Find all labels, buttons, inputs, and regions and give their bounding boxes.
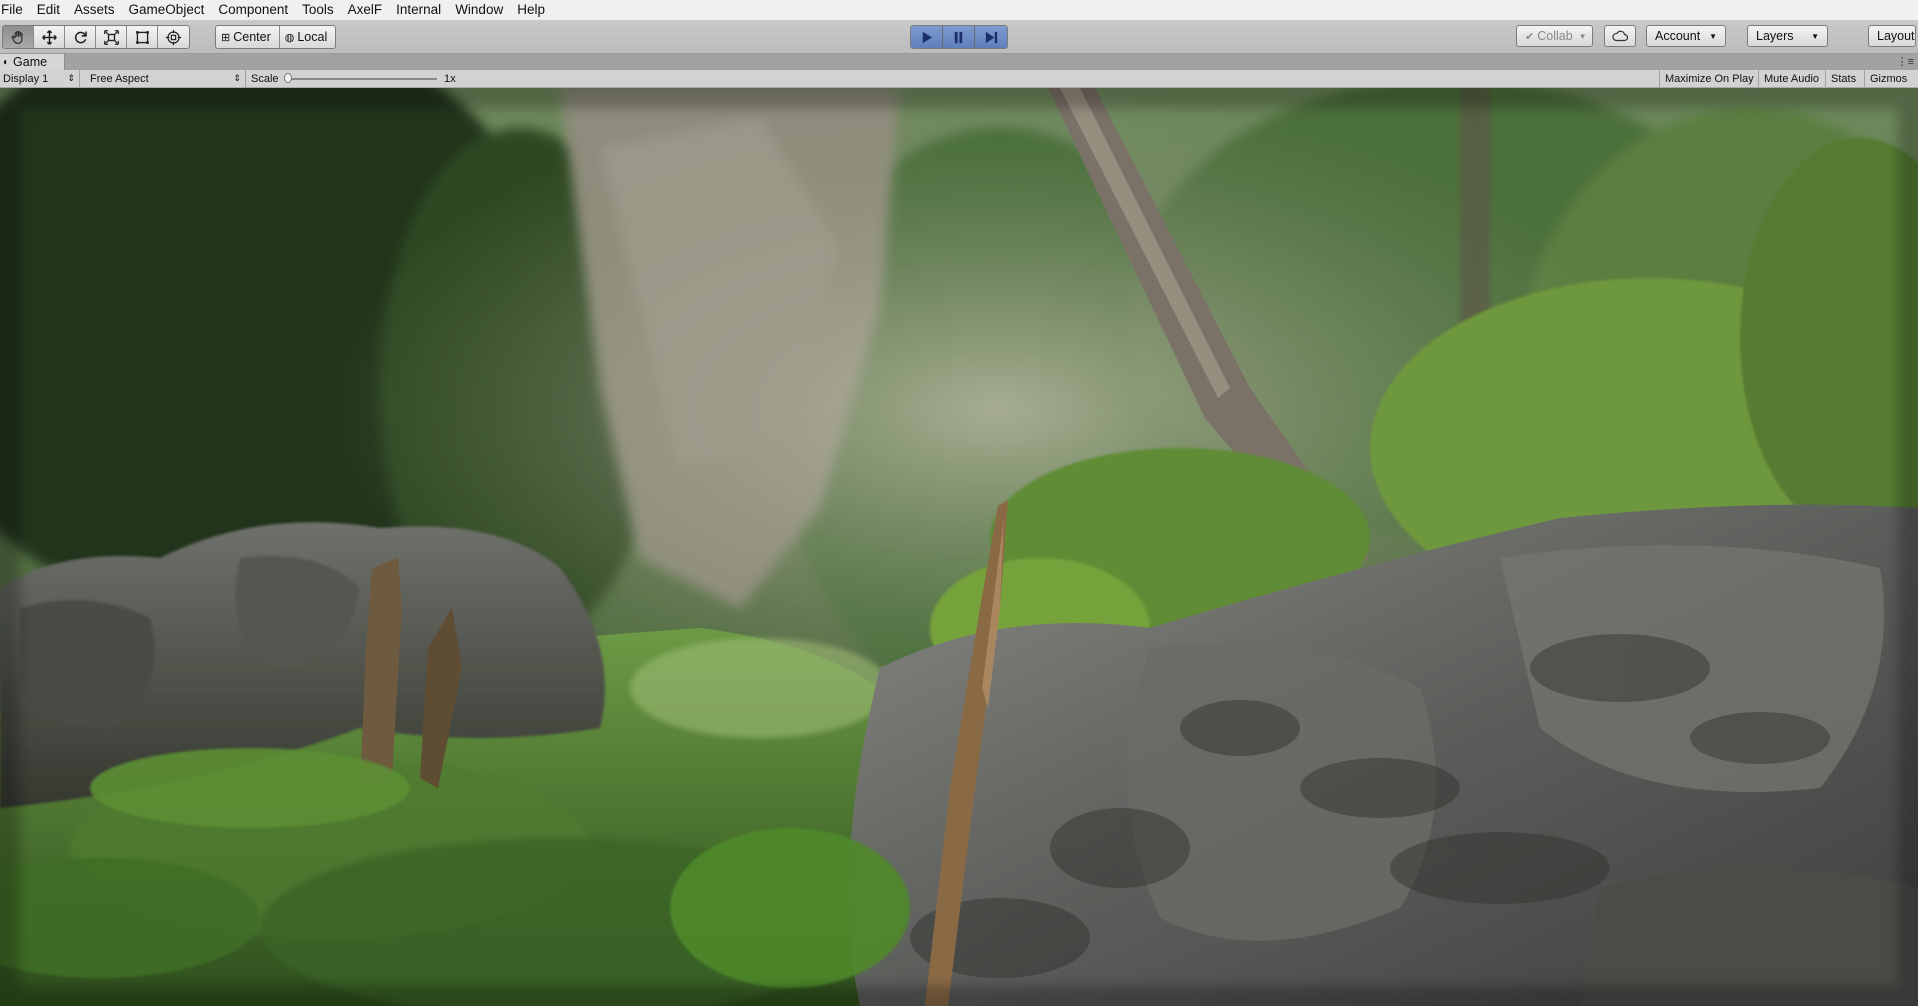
mute-audio-toggle[interactable]: Mute Audio — [1758, 70, 1824, 87]
game-tab-icon: ◐ — [3, 56, 10, 68]
account-dropdown[interactable]: Account ▼ — [1646, 25, 1726, 47]
layers-dropdown[interactable]: Layers ▼ — [1747, 25, 1828, 47]
menu-assets[interactable]: Assets — [67, 0, 122, 20]
pivot-center-icon: ⊞ — [221, 31, 231, 44]
stats-toggle[interactable]: Stats — [1825, 70, 1861, 87]
aspect-dropdown[interactable]: Free Aspect ⇕ — [86, 70, 246, 87]
rotate-icon — [74, 31, 87, 43]
menu-axelf[interactable]: AxelF — [341, 0, 390, 20]
transform-icon — [165, 29, 182, 45]
pause-icon — [954, 31, 963, 43]
chevron-down-icon: ▼ — [1578, 31, 1587, 41]
game-view-toolbar: Display 1 ⇕ Free Aspect ⇕ Scale 1x Maxim… — [0, 70, 1918, 88]
hand-tool-button[interactable] — [3, 26, 34, 48]
step-icon — [985, 31, 997, 43]
layout-label: Layout — [1877, 29, 1915, 43]
scale-label: Scale — [251, 72, 279, 85]
pivot-local-label: Local — [297, 30, 328, 44]
game-tab-label: Game — [13, 55, 48, 69]
account-label: Account — [1655, 29, 1701, 43]
menu-tools[interactable]: Tools — [295, 0, 341, 20]
menu-help[interactable]: Help — [510, 0, 552, 20]
display-label: Display 1 — [3, 72, 49, 85]
scale-slider-thumb[interactable] — [284, 73, 292, 83]
pause-button[interactable] — [943, 26, 975, 48]
display-dropdown[interactable]: Display 1 ⇕ — [0, 70, 80, 87]
play-icon — [922, 31, 933, 43]
menu-component[interactable]: Component — [211, 0, 295, 20]
updown-icon: ⇕ — [67, 73, 75, 83]
main-toolbar: ⊞ Center ◍ Local ✔ Collab ▼ Account ▼ La… — [0, 20, 1918, 54]
menu-edit[interactable]: Edit — [30, 0, 67, 20]
play-button[interactable] — [911, 26, 943, 48]
step-button[interactable] — [975, 26, 1007, 48]
cloud-icon — [1612, 30, 1628, 42]
menu-internal[interactable]: Internal — [389, 0, 448, 20]
pivot-center-button[interactable]: ⊞ Center — [216, 26, 280, 48]
gizmos-dropdown[interactable]: Gizmos — [1864, 70, 1912, 87]
layout-dropdown[interactable]: Layout — [1868, 25, 1916, 47]
transform-tools — [2, 25, 190, 49]
move-icon — [41, 29, 57, 45]
game-viewport[interactable] — [0, 88, 1918, 1006]
local-space-icon: ◍ — [284, 31, 295, 44]
pivot-toggles: ⊞ Center ◍ Local — [215, 25, 337, 49]
tab-game[interactable]: ◐ Game — [0, 54, 65, 70]
rect-tool-button[interactable] — [127, 26, 158, 48]
transform-tool-button[interactable] — [158, 26, 189, 48]
pivot-center-label: Center — [233, 30, 271, 44]
menu-window[interactable]: Window — [448, 0, 510, 20]
maximize-on-play-toggle[interactable]: Maximize On Play — [1659, 70, 1759, 87]
check-icon: ✔ — [1525, 30, 1535, 43]
pivot-local-button[interactable]: ◍ Local — [280, 26, 335, 48]
updown-icon: ⇕ — [233, 73, 241, 83]
forest-scene — [0, 88, 1918, 1006]
scale-value: 1x — [444, 72, 456, 85]
scale-slider-track[interactable] — [285, 78, 437, 80]
tab-bar: ◐ Game ⋮≡ — [0, 54, 1918, 70]
rotate-tool-button[interactable] — [65, 26, 96, 48]
aspect-label: Free Aspect — [90, 72, 149, 85]
menu-file[interactable]: File — [0, 0, 30, 20]
cloud-button[interactable] — [1604, 25, 1636, 47]
rect-icon — [135, 30, 149, 44]
menu-gameobject[interactable]: GameObject — [122, 0, 212, 20]
playback-controls — [910, 25, 1008, 49]
hand-icon — [11, 30, 22, 44]
collab-label: Collab — [1537, 29, 1573, 43]
tab-menu-icon[interactable]: ⋮≡ — [1897, 54, 1914, 70]
scale-tool-button[interactable] — [96, 26, 127, 48]
scale-icon — [103, 29, 119, 45]
menu-bar: File Edit Assets GameObject Component To… — [0, 0, 1918, 20]
chevron-down-icon: ▼ — [1811, 31, 1819, 41]
layers-label: Layers — [1756, 29, 1794, 43]
collab-dropdown[interactable]: ✔ Collab ▼ — [1516, 25, 1593, 47]
move-tool-button[interactable] — [34, 26, 65, 48]
chevron-down-icon: ▼ — [1709, 31, 1717, 41]
